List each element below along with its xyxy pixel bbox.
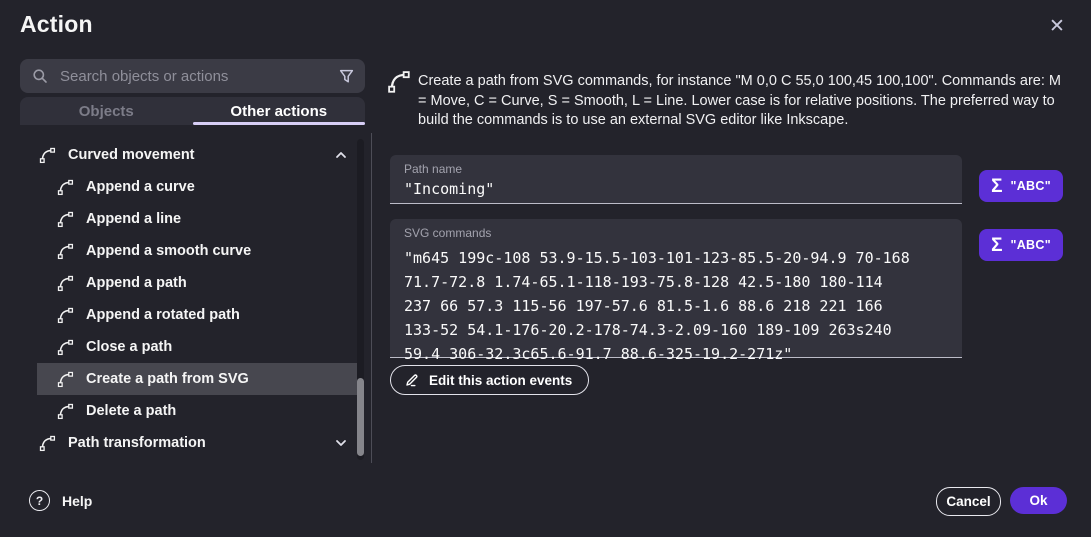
path-name-label: Path name — [404, 162, 462, 176]
actions-tree: Curved movement Append a curve Append a … — [37, 139, 357, 459]
curve-path-icon — [57, 403, 74, 420]
tree-item-label: Append a curve — [86, 179, 195, 195]
close-icon[interactable]: ✕ — [1044, 13, 1070, 39]
tree-item-close-a-path[interactable]: Close a path — [37, 331, 357, 363]
chevron-down-icon — [334, 436, 348, 450]
curve-path-icon — [39, 147, 56, 164]
tab-other-actions[interactable]: Other actions — [193, 97, 366, 125]
curve-path-icon — [57, 339, 74, 356]
tree-item-label: Close a path — [86, 339, 172, 355]
path-name-field[interactable]: Path name "Incoming" — [390, 155, 962, 204]
search-icon — [32, 68, 48, 84]
active-tab-underline — [193, 122, 365, 125]
sigma-icon: Σ — [991, 177, 1002, 196]
expression-editor-button[interactable]: Σ "ABC" — [979, 229, 1063, 261]
help-icon: ? — [29, 490, 50, 511]
tree-group-curved-movement[interactable]: Curved movement — [37, 139, 357, 171]
pencil-icon — [404, 372, 420, 388]
curve-path-icon — [57, 243, 74, 260]
expression-editor-button[interactable]: Σ "ABC" — [979, 170, 1063, 202]
tree-item-label: Append a smooth curve — [86, 243, 251, 259]
tab-objects[interactable]: Objects — [20, 97, 193, 125]
curve-path-icon — [387, 70, 411, 94]
curve-path-icon — [57, 371, 74, 388]
ok-button[interactable]: Ok — [1010, 487, 1067, 514]
sigma-icon: Σ — [991, 236, 1002, 255]
edit-action-events-button[interactable]: Edit this action events — [390, 365, 589, 395]
tree-item-append-a-rotated-path[interactable]: Append a rotated path — [37, 299, 357, 331]
path-name-value[interactable]: "Incoming" — [404, 177, 494, 201]
tree-item-label: Delete a path — [86, 403, 176, 419]
tree-item-label: Curved movement — [68, 147, 195, 163]
tree-item-append-a-smooth-curve[interactable]: Append a smooth curve — [37, 235, 357, 267]
help-button[interactable]: ? Help — [29, 490, 92, 511]
abc-label: "ABC" — [1010, 179, 1050, 193]
list-scrollbar-thumb[interactable] — [357, 378, 364, 456]
edit-events-label: Edit this action events — [429, 373, 572, 388]
tree-item-label: Append a rotated path — [86, 307, 240, 323]
tree-item-label: Path transformation — [68, 435, 206, 451]
search-input[interactable] — [58, 67, 338, 86]
tree-item-append-a-line[interactable]: Append a line — [37, 203, 357, 235]
search-box — [20, 59, 365, 93]
tree-item-append-a-path[interactable]: Append a path — [37, 267, 357, 299]
tree-item-label: Create a path from SVG — [86, 371, 249, 387]
action-description: Create a path from SVG commands, for ins… — [418, 72, 1070, 131]
filter-icon[interactable] — [338, 68, 355, 85]
curve-path-icon — [57, 275, 74, 292]
curve-path-icon — [57, 179, 74, 196]
tree-item-append-a-curve[interactable]: Append a curve — [37, 171, 357, 203]
curve-path-icon — [39, 435, 56, 452]
svg-commands-field[interactable]: SVG commands "m645 199c-108 53.9-15.5-10… — [390, 219, 962, 358]
chevron-up-icon — [334, 148, 348, 162]
help-label: Help — [62, 493, 92, 509]
curve-path-icon — [57, 307, 74, 324]
tree-group-path-transformation[interactable]: Path transformation — [37, 427, 357, 459]
cancel-button[interactable]: Cancel — [936, 487, 1001, 516]
tree-item-label: Append a line — [86, 211, 181, 227]
svg-commands-label: SVG commands — [404, 226, 491, 240]
svg-commands-value[interactable]: "m645 199c-108 53.9-15.5-103-101-123-85.… — [404, 246, 910, 366]
panel-divider — [371, 133, 372, 463]
tree-item-create-a-path-from-svg[interactable]: Create a path from SVG — [37, 363, 357, 395]
tree-item-label: Append a path — [86, 275, 187, 291]
abc-label: "ABC" — [1010, 238, 1050, 252]
curve-path-icon — [57, 211, 74, 228]
tab-bar: Objects Other actions — [20, 97, 365, 125]
tree-item-delete-a-path[interactable]: Delete a path — [37, 395, 357, 427]
page-title: Action — [20, 11, 93, 38]
